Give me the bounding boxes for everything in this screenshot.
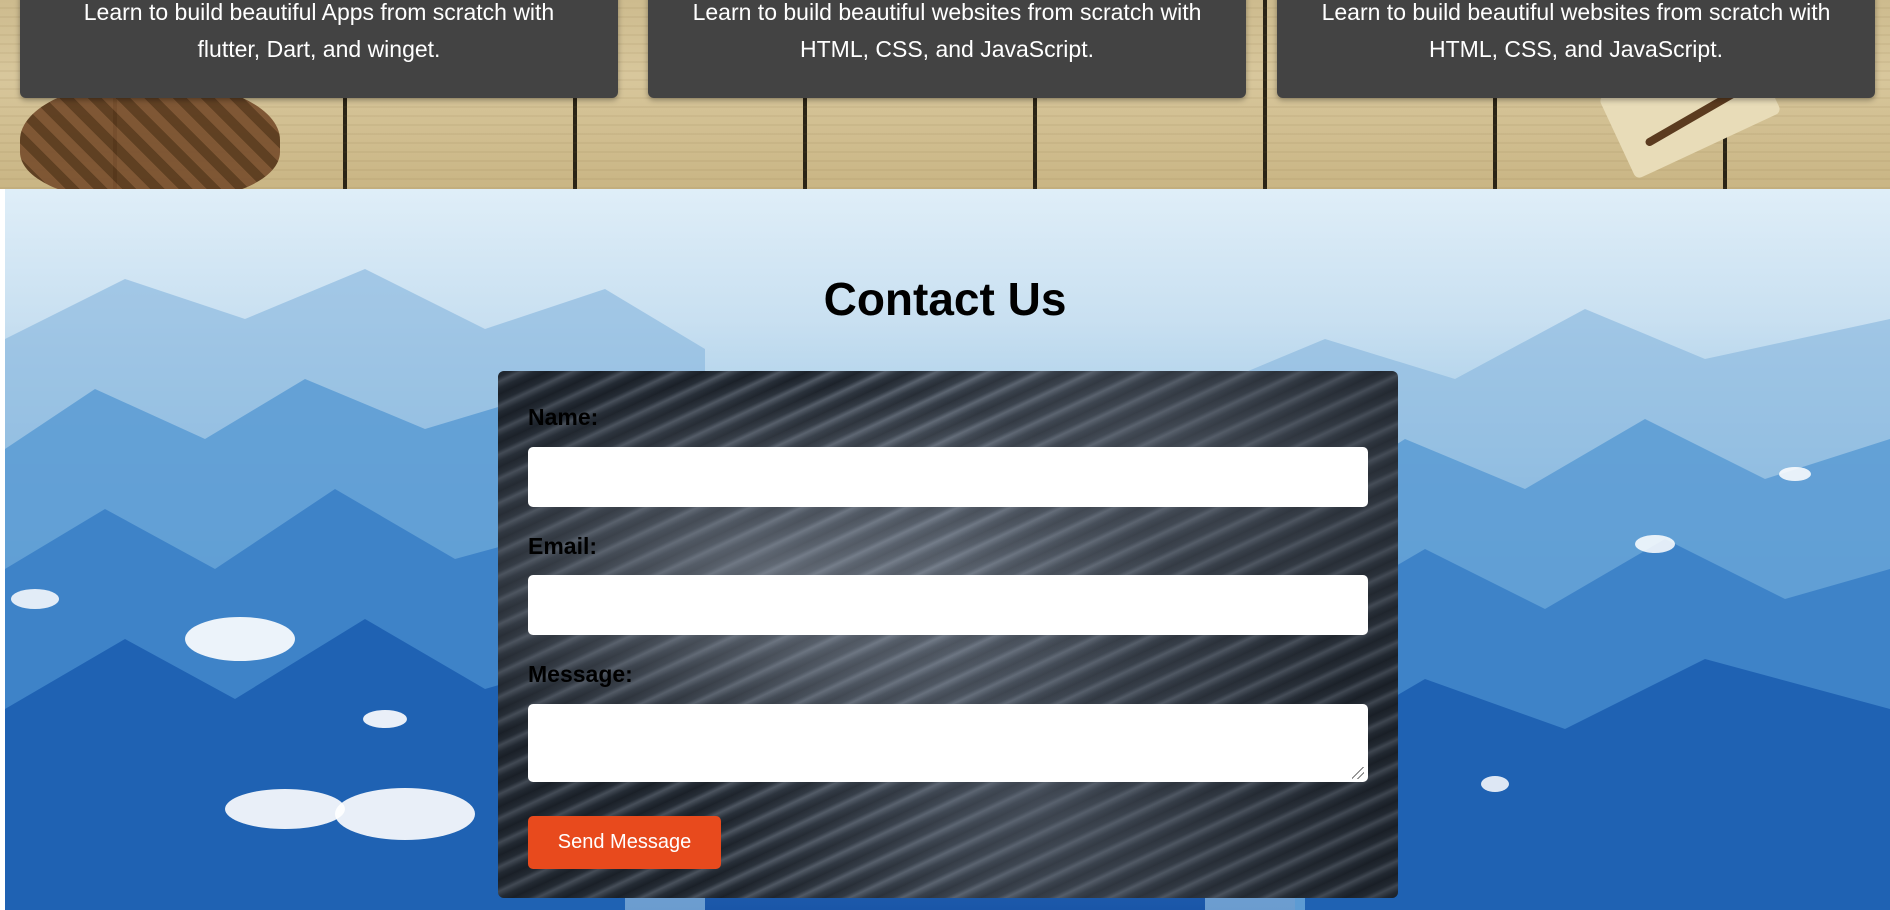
course-card-flutter: Learn to build beautiful Apps from scrat… [20,0,618,98]
course-card-text-line1: Learn to build beautiful websites from s… [692,0,1202,25]
email-label: Email: [528,533,598,559]
resize-handle-icon[interactable] [1352,767,1364,779]
contact-title: Contact Us [823,273,1067,325]
course-card-text-line2: HTML, CSS, and JavaScript. [800,36,1094,62]
page: Learn to build beautiful Apps from scrat… [0,0,1890,910]
email-input[interactable] [528,575,1368,635]
name-label: Name: [528,404,599,430]
course-card-text-line1: Learn to build beautiful Apps from scrat… [83,0,555,25]
course-card-text-line2: HTML, CSS, and JavaScript. [1429,36,1723,62]
message-textarea[interactable] [528,704,1368,782]
course-card-web: Learn to build beautiful websites from s… [648,0,1246,98]
message-label: Message: [528,661,633,687]
send-message-button[interactable]: Send Message [528,816,721,869]
course-card-web-2: Learn to build beautiful websites from s… [1277,0,1875,98]
wood-background: Learn to build beautiful Apps from scrat… [0,0,1890,189]
name-input[interactable] [528,447,1368,507]
course-card-text-line2: flutter, Dart, and winget. [197,36,441,62]
contact-form: Name: Email: Message: Send Message [498,371,1398,898]
course-card-text-line1: Learn to build beautiful websites from s… [1321,0,1831,25]
